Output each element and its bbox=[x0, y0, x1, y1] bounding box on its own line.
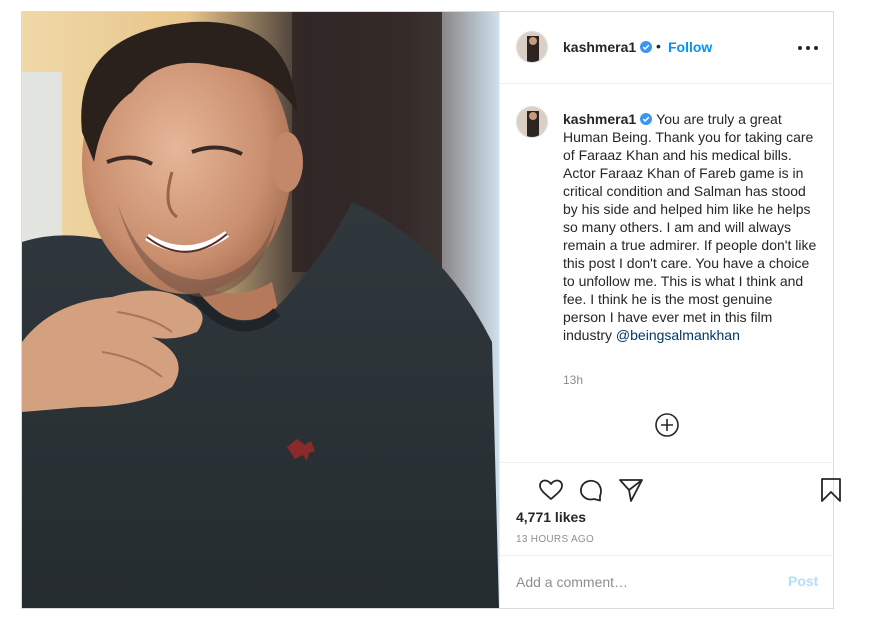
instagram-post: kashmera1 • Follow kashmera1 You are trul… bbox=[21, 11, 841, 609]
follow-button[interactable]: Follow bbox=[668, 39, 712, 55]
verified-badge-icon bbox=[640, 41, 652, 53]
avatar[interactable] bbox=[516, 31, 548, 63]
post-timestamp[interactable]: 13 HOURS AGO bbox=[516, 534, 594, 545]
likes-count[interactable]: 4,771 likes bbox=[516, 509, 586, 525]
post-photo-image bbox=[22, 12, 499, 608]
comment-bubble-icon[interactable] bbox=[578, 477, 604, 503]
heart-icon[interactable] bbox=[538, 477, 564, 503]
caption-username-link[interactable]: kashmera1 bbox=[563, 111, 636, 127]
caption-text: You are truly a great Human Being. Thank… bbox=[563, 111, 817, 343]
separator-dot: • bbox=[656, 38, 661, 54]
post-header: kashmera1 • Follow bbox=[500, 12, 834, 84]
verified-badge-icon bbox=[640, 113, 653, 125]
post-photo[interactable] bbox=[22, 12, 499, 608]
plus-circle-icon[interactable] bbox=[654, 412, 680, 438]
post-actions: 4,771 likes 13 HOURS AGO Post bbox=[500, 462, 841, 609]
comment-input[interactable] bbox=[516, 572, 766, 592]
username-link[interactable]: kashmera1 bbox=[563, 39, 636, 55]
comments-area: kashmera1 You are truly a great Human Bei… bbox=[500, 84, 834, 462]
post-comment-button[interactable]: Post bbox=[788, 573, 818, 589]
comment-box: Post bbox=[500, 555, 834, 609]
paper-plane-icon[interactable] bbox=[618, 477, 644, 503]
post-sidebar: kashmera1 • Follow kashmera1 You are trul… bbox=[499, 12, 841, 609]
caption-timestamp[interactable]: 13h bbox=[563, 373, 583, 387]
mention-link[interactable]: @beingsalmankhan bbox=[616, 327, 740, 343]
bookmark-icon[interactable] bbox=[818, 477, 844, 503]
post-caption: kashmera1 You are truly a great Human Bei… bbox=[563, 110, 819, 344]
avatar-image bbox=[517, 107, 547, 137]
caption-avatar[interactable] bbox=[516, 106, 548, 138]
avatar-image bbox=[517, 32, 547, 62]
more-options-icon[interactable] bbox=[798, 46, 818, 52]
